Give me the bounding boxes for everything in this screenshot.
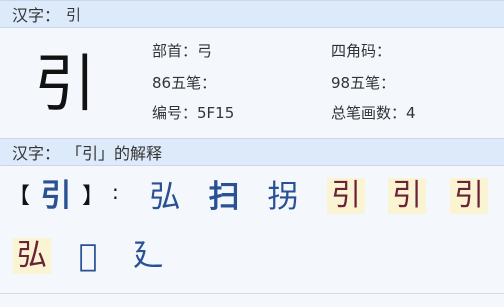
definition-header-title: 「引」的解释 (66, 144, 163, 163)
definition-header-label: 汉字： (12, 144, 61, 163)
header-char: 引 (66, 5, 82, 24)
colon: : (112, 180, 119, 204)
wubi98-field: 98五笔： (331, 74, 396, 92)
seal-variant-char: 引 (388, 178, 426, 214)
close-bracket: 】 (82, 184, 105, 209)
sijiao-field: 四角码： (331, 42, 392, 60)
wubi86-field: 86五笔： (152, 74, 217, 92)
variant-char: 廴 (132, 238, 164, 274)
seal-variant-char: 引 (327, 178, 365, 214)
radical-field: 部首：弓 (152, 42, 213, 60)
header-bar: 汉字： 引 (0, 0, 504, 28)
variant-char: 扫 (208, 179, 240, 215)
divider (0, 293, 504, 294)
header-label: 汉字： (12, 6, 61, 25)
definition-char: 引 (40, 178, 72, 214)
big-character: 引 (33, 47, 96, 120)
variant-char: 𥓂 (78, 238, 98, 274)
open-bracket: 【 (8, 184, 31, 209)
seal-variant-char: 弘 (13, 238, 51, 274)
code-field: 编号：5F15 (152, 104, 235, 122)
seal-variant-char: 引 (450, 178, 488, 214)
variant-char: 拐 (267, 179, 299, 215)
definition-header: 汉字： 「引」的解释 (0, 138, 504, 166)
variant-char: 弘 (149, 179, 181, 215)
strokes-field: 总笔画数：4 (331, 104, 416, 122)
